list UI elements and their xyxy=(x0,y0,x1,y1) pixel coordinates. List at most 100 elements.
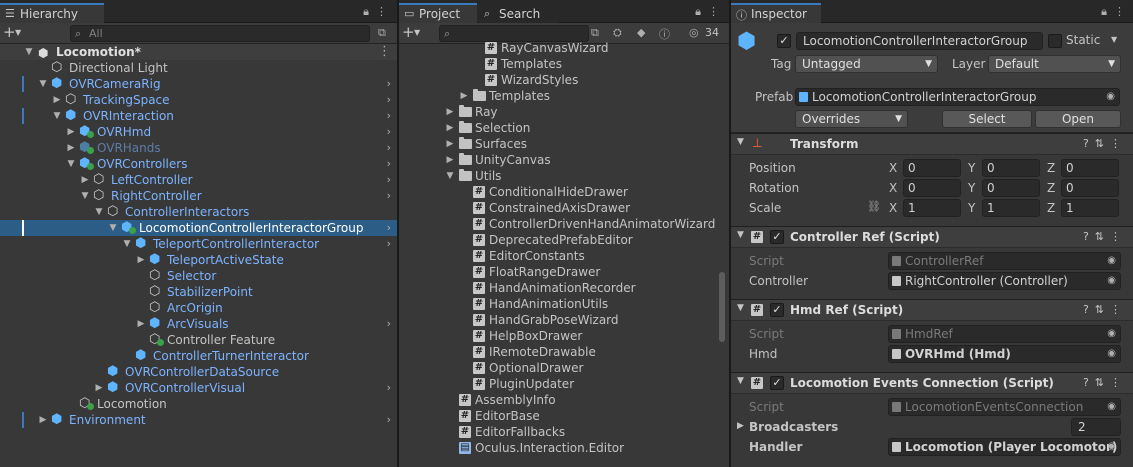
hierarchy-row[interactable]: ▶ ⬢ OVRControllerVisual › xyxy=(0,380,397,396)
component-help-settings-icons[interactable]: ?⇅⋮ xyxy=(1083,303,1127,316)
hierarchy-row[interactable]: ▶ ⬢ Environment › xyxy=(0,412,397,428)
hierarchy-row[interactable]: ⬡ ArcOrigin xyxy=(0,300,397,316)
project-item[interactable]: # ControllerDrivenHandAnimatorWizard xyxy=(399,216,729,232)
chevron-right-icon[interactable]: › xyxy=(387,124,391,140)
prefab-field[interactable]: LocomotionControllerInteractorGroup ◉ xyxy=(795,88,1120,106)
hierarchy-row[interactable]: ▼ ⬡ RightController › xyxy=(0,188,397,204)
rotation-x-axis-label[interactable]: X xyxy=(889,181,897,195)
hierarchy-row[interactable]: ⬡ Locomotion xyxy=(0,396,397,412)
expand-arrow-icon[interactable]: ▼ xyxy=(94,204,104,220)
hierarchy-row[interactable]: ⬡ Directional Light xyxy=(0,60,397,76)
rotation-z-axis-label[interactable]: Z xyxy=(1047,181,1055,195)
tab-search[interactable]: ⌕ Search xyxy=(479,3,559,23)
object-picker-icon[interactable]: ◉ xyxy=(1107,439,1116,455)
hmd-ref-header[interactable]: ▼ # ✓ Hmd Ref (Script) ?⇅⋮ xyxy=(731,299,1133,321)
layer-dropdown[interactable]: Default ▼ xyxy=(988,55,1121,73)
chevron-right-icon[interactable]: › xyxy=(387,380,391,396)
more-menu-icon[interactable]: ⋮ xyxy=(708,5,719,18)
project-item[interactable]: # HelpBoxDrawer xyxy=(399,328,729,344)
project-item[interactable]: # HandGrabPoseWizard xyxy=(399,312,729,328)
overrides-dropdown[interactable]: Overrides ▼ xyxy=(795,110,908,128)
select-button[interactable]: Select xyxy=(942,110,1032,128)
project-item[interactable]: # ConditionalHideDrawer xyxy=(399,184,729,200)
tag-dropdown[interactable]: Untagged ▼ xyxy=(795,55,938,73)
rotation-x-field[interactable]: 0 xyxy=(903,179,961,197)
project-item[interactable]: ▼ Utils xyxy=(399,168,729,184)
project-item[interactable]: ▤ Oculus.Interaction.Editor xyxy=(399,440,729,456)
chevron-right-icon[interactable]: › xyxy=(387,172,391,188)
expand-arrow-icon[interactable]: ▼ xyxy=(122,236,132,252)
scale-y-field[interactable]: 1 xyxy=(982,199,1040,217)
object-picker-icon[interactable]: ◉ xyxy=(1107,346,1116,362)
tab-hierarchy[interactable]: ☰ Hierarchy xyxy=(0,3,104,23)
more-menu-icon[interactable]: ⋮ xyxy=(376,5,387,18)
tab-inspector[interactable]: ⓘ Inspector xyxy=(731,3,821,23)
hierarchy-row[interactable]: ▼ ⬢ TeleportControllerInteractor › xyxy=(0,236,397,252)
handler-field[interactable]: Locomotion (Player Locomotor) ◉ xyxy=(888,438,1121,456)
hierarchy-row[interactable]: ⬢ OVRControllerDataSource xyxy=(0,364,397,380)
lock-icon[interactable]: 🔒︎ xyxy=(1101,5,1107,19)
scene-visibility-icon[interactable]: ⧉ xyxy=(378,26,386,40)
scale-y-axis-label[interactable]: Y xyxy=(968,201,975,215)
scale-z-axis-label[interactable]: Z xyxy=(1047,201,1055,215)
object-picker-icon[interactable]: ◉ xyxy=(1106,89,1115,105)
hierarchy-row[interactable]: ▶ ⬡ LeftController › xyxy=(0,172,397,188)
project-item[interactable]: ▶ UnityCanvas xyxy=(399,152,729,168)
project-item[interactable]: # Templates xyxy=(399,56,729,72)
expand-arrow-icon[interactable]: ▼ xyxy=(38,76,48,92)
scene-more-icon[interactable]: ⋮ xyxy=(378,44,391,60)
foldout-arrow-icon[interactable]: ▼ xyxy=(737,303,744,313)
transform-header[interactable]: ▼ ⟂ Transform ?⇅⋮ xyxy=(731,133,1133,155)
scale-z-field[interactable]: 1 xyxy=(1061,199,1119,217)
collapse-arrow-icon[interactable]: ▶ xyxy=(66,124,76,140)
hierarchy-row[interactable]: ▶ ⬢ OVRHmd › xyxy=(0,124,397,140)
hierarchy-row[interactable]: ⬢ ControllerTurnerInteractor xyxy=(0,348,397,364)
foldout-arrow-icon[interactable]: ▼ xyxy=(737,137,744,147)
rotation-z-field[interactable]: 0 xyxy=(1061,179,1119,197)
project-item[interactable]: ▶ Surfaces xyxy=(399,136,729,152)
hierarchy-search-input[interactable]: ⌕ All xyxy=(70,25,370,42)
expand-arrow-icon[interactable]: ▼ xyxy=(52,108,62,124)
component-help-settings-icons[interactable]: ?⇅⋮ xyxy=(1083,137,1127,150)
controller-field[interactable]: RightController (Controller) ◉ xyxy=(888,272,1121,290)
project-item[interactable]: # WizardStyles xyxy=(399,72,729,88)
project-item[interactable]: ▶ Ray xyxy=(399,104,729,120)
chevron-right-icon[interactable]: › xyxy=(387,108,391,124)
chevron-right-icon[interactable]: › xyxy=(387,140,391,156)
controller-ref-header[interactable]: ▼ # ✓ Controller Ref (Script) ?⇅⋮ xyxy=(731,226,1133,248)
scale-x-field[interactable]: 1 xyxy=(903,199,961,217)
hierarchy-row[interactable]: ▶ ⬡ TrackingSpace › xyxy=(0,92,397,108)
hierarchy-row[interactable]: ▶ ⬢ OVRHands › xyxy=(0,140,397,156)
project-item[interactable]: # HandAnimationRecorder xyxy=(399,280,729,296)
lock-icon[interactable]: 🔒︎ xyxy=(363,5,369,19)
hierarchy-row[interactable]: ▶ ⬢ ArcVisuals › xyxy=(0,316,397,332)
project-item[interactable]: # AssemblyInfo xyxy=(399,392,729,408)
chevron-right-icon[interactable]: › xyxy=(387,316,391,332)
project-item[interactable]: ▶ Selection xyxy=(399,120,729,136)
component-enabled-checkbox[interactable]: ✓ xyxy=(770,376,784,390)
chevron-right-icon[interactable]: › xyxy=(387,156,391,172)
project-item[interactable]: # DeprecatedPrefabEditor xyxy=(399,232,729,248)
expand-arrow-icon[interactable]: ▼ xyxy=(80,188,90,204)
project-item[interactable]: # EditorBase xyxy=(399,408,729,424)
constrain-proportions-icon[interactable]: ⛓ xyxy=(867,200,881,213)
project-item[interactable]: # EditorConstants xyxy=(399,248,729,264)
foldout-arrow-icon[interactable]: ▼ xyxy=(737,376,744,386)
component-help-settings-icons[interactable]: ?⇅⋮ xyxy=(1083,376,1127,389)
collapse-arrow-icon[interactable]: ▶ xyxy=(445,136,455,152)
collapse-arrow-icon[interactable]: ▶ xyxy=(80,172,90,188)
project-item[interactable]: # FloatRangeDrawer xyxy=(399,264,729,280)
expand-arrow-icon[interactable]: ▼ xyxy=(66,156,76,172)
add-icon[interactable]: + xyxy=(3,23,16,41)
hierarchy-row[interactable]: ▼ ⬢ LocomotionControllerInteractorGroup › xyxy=(0,220,397,236)
chevron-right-icon[interactable]: › xyxy=(387,236,391,252)
hierarchy-row[interactable]: ⬡ Controller Feature xyxy=(0,332,397,348)
collapse-arrow-icon[interactable]: ▶ xyxy=(94,380,104,396)
project-item[interactable]: # EditorFallbacks xyxy=(399,424,729,440)
position-y-field[interactable]: 0 xyxy=(982,159,1040,177)
component-enabled-checkbox[interactable]: ✓ xyxy=(770,230,784,244)
tab-project[interactable]: ▭ Project xyxy=(399,3,477,23)
collapse-arrow-icon[interactable]: ▶ xyxy=(38,412,48,428)
static-checkbox[interactable] xyxy=(1048,34,1062,48)
project-item[interactable]: # PluginUpdater xyxy=(399,376,729,392)
